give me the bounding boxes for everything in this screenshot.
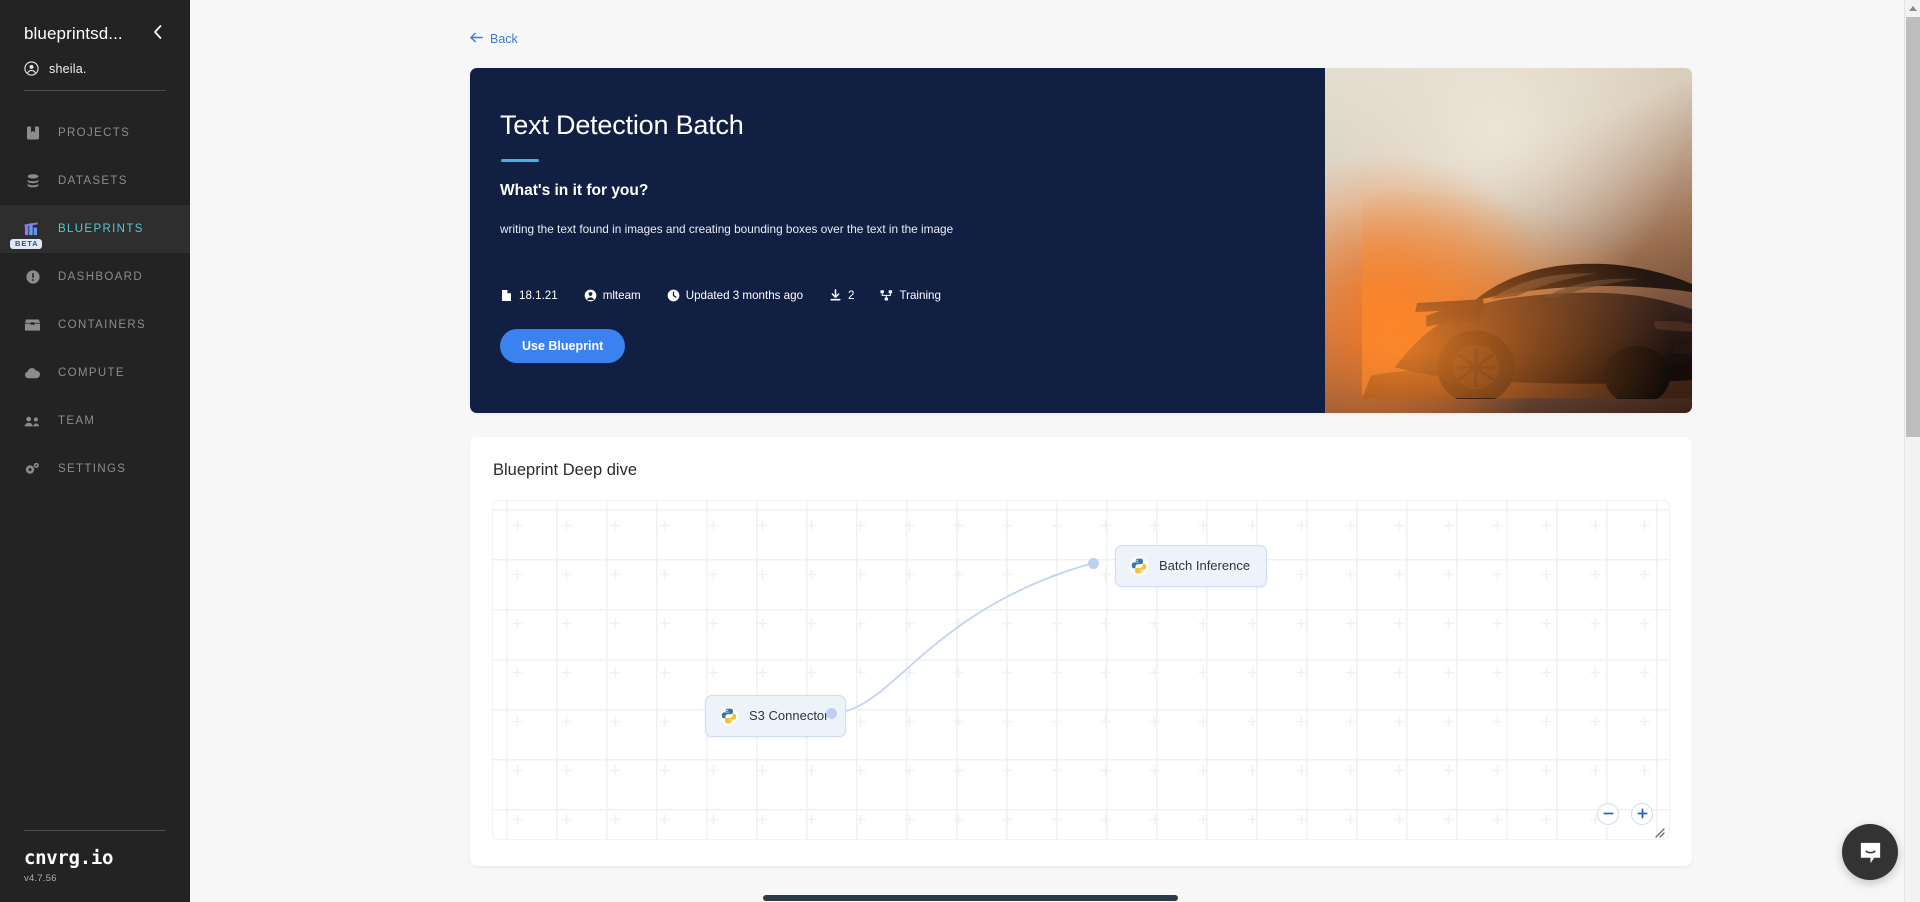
hero-image bbox=[1325, 67, 1692, 413]
file-icon bbox=[500, 289, 513, 302]
page-title: Text Detection Batch bbox=[500, 109, 744, 140]
flow-node-label: S3 Connector bbox=[749, 708, 829, 723]
sidebar-item-label: BLUEPRINTS bbox=[58, 223, 144, 235]
app-root: blueprintsd... sheila. PROJECTS DATASETS… bbox=[0, 0, 1920, 902]
triangle-up-icon bbox=[1908, 5, 1917, 11]
meta-label: 2 bbox=[848, 289, 855, 303]
main-content: Back Text Detection Batch What's in it f… bbox=[190, 0, 1920, 902]
back-link-label: Back bbox=[490, 31, 518, 46]
gears-icon bbox=[24, 461, 41, 478]
deep-dive-title: Blueprint Deep dive bbox=[493, 460, 638, 479]
sidebar: blueprintsd... sheila. PROJECTS DATASETS… bbox=[0, 0, 190, 902]
chevron-left-icon[interactable] bbox=[149, 22, 166, 45]
flow-port-input[interactable] bbox=[1088, 557, 1099, 569]
hero-description: writing the text found in images and cre… bbox=[500, 221, 954, 236]
meta-label: Updated 3 months ago bbox=[685, 289, 804, 303]
sidebar-item-label: TEAM bbox=[58, 415, 96, 427]
meta-version: 18.1.21 bbox=[500, 289, 558, 302]
app-version: v4.7.56 bbox=[24, 873, 57, 884]
meta-label: Training bbox=[899, 289, 941, 303]
canvas-grid bbox=[493, 500, 1669, 839]
sidebar-item-datasets[interactable]: DATASETS bbox=[0, 157, 190, 205]
sidebar-item-compute[interactable]: COMPUTE bbox=[0, 349, 190, 397]
sidebar-item-label: PROJECTS bbox=[58, 127, 131, 139]
sidebar-item-label: DATASETS bbox=[58, 175, 128, 187]
meta-task: Training bbox=[880, 289, 941, 303]
blueprints-icon bbox=[24, 221, 41, 238]
horizontal-scrollbar-thumb[interactable] bbox=[763, 895, 1178, 901]
app-logo: cnvrg.io bbox=[24, 847, 114, 869]
sidebar-header: blueprintsd... sheila. bbox=[0, 0, 190, 91]
sidebar-item-projects[interactable]: PROJECTS bbox=[0, 109, 190, 157]
meta-updated: Updated 3 months ago bbox=[667, 289, 803, 302]
sidebar-item-label: DASHBOARD bbox=[58, 271, 143, 283]
sidebar-item-dashboard[interactable]: DASHBOARD bbox=[0, 253, 190, 301]
sidebar-item-blueprints[interactable]: BLUEPRINTS BETA bbox=[0, 205, 190, 253]
flow-node-batch-inference[interactable]: Batch Inference bbox=[1115, 544, 1268, 587]
car-illustration bbox=[1361, 187, 1692, 399]
horizontal-scrollbar[interactable] bbox=[0, 894, 1904, 902]
containers-icon bbox=[24, 317, 41, 334]
hero-subtitle: What's in it for you? bbox=[500, 181, 649, 199]
status-badge: BETA bbox=[10, 238, 43, 249]
blueprint-hero: Text Detection Batch What's in it for yo… bbox=[470, 67, 1692, 413]
canvas-zoom-controls bbox=[1597, 802, 1653, 825]
sidebar-user-name: sheila. bbox=[49, 61, 87, 76]
hero-meta-row: 18.1.21 mlteam Updated 3 months ago 2 Tr… bbox=[500, 289, 1325, 302]
python-icon bbox=[719, 705, 739, 726]
cloud-icon bbox=[24, 365, 41, 382]
use-blueprint-button[interactable]: Use Blueprint bbox=[500, 329, 626, 364]
meta-downloads: 2 bbox=[829, 289, 854, 302]
sidebar-org-row: blueprintsd... bbox=[24, 22, 166, 45]
vertical-scrollbar-thumb[interactable] bbox=[1906, 17, 1920, 437]
page-content: Back Text Detection Batch What's in it f… bbox=[190, 0, 1920, 866]
flow-icon bbox=[880, 289, 893, 302]
database-icon bbox=[24, 173, 41, 190]
projects-icon bbox=[24, 125, 41, 142]
arrow-left-icon bbox=[470, 32, 483, 45]
sidebar-org-name: blueprintsd... bbox=[24, 23, 123, 43]
python-icon bbox=[1129, 555, 1149, 576]
canvas-resize-handle[interactable] bbox=[1653, 825, 1665, 838]
sidebar-footer: cnvrg.io v4.7.56 bbox=[0, 830, 190, 902]
dashboard-icon bbox=[24, 269, 41, 286]
meta-label: 18.1.21 bbox=[519, 289, 558, 303]
flow-canvas[interactable]: S3 Connector Batch Inference bbox=[492, 499, 1670, 840]
plus-icon bbox=[1636, 808, 1648, 819]
title-underline bbox=[501, 158, 539, 162]
sidebar-item-settings[interactable]: SETTINGS bbox=[0, 445, 190, 493]
team-icon bbox=[24, 413, 41, 430]
sidebar-nav: PROJECTS DATASETS BLUEPRINTS BETA DASHBO… bbox=[0, 109, 190, 493]
sidebar-item-label: CONTAINERS bbox=[58, 319, 147, 331]
download-icon bbox=[829, 289, 842, 302]
hero-text-panel: Text Detection Batch What's in it for yo… bbox=[470, 67, 1325, 413]
sidebar-user-row[interactable]: sheila. bbox=[24, 61, 166, 76]
minus-icon bbox=[1602, 812, 1614, 815]
sidebar-item-label: SETTINGS bbox=[58, 463, 127, 475]
user-icon bbox=[584, 289, 597, 302]
sidebar-item-team[interactable]: TEAM bbox=[0, 397, 190, 445]
sidebar-footer-divider bbox=[24, 830, 166, 831]
blueprint-deep-dive-panel: Blueprint Deep dive S3 Connector Batch I… bbox=[470, 436, 1692, 866]
flow-port-output[interactable] bbox=[826, 707, 837, 719]
meta-author: mlteam bbox=[584, 289, 641, 302]
sidebar-item-containers[interactable]: CONTAINERS bbox=[0, 301, 190, 349]
vertical-scrollbar[interactable] bbox=[1904, 0, 1920, 902]
zoom-in-button[interactable] bbox=[1631, 802, 1653, 825]
chat-widget-button[interactable] bbox=[1842, 824, 1898, 880]
sidebar-item-label: COMPUTE bbox=[58, 367, 125, 379]
flow-node-s3-connector[interactable]: S3 Connector bbox=[705, 694, 846, 737]
chat-bubble-icon bbox=[1860, 842, 1880, 863]
flow-node-label: Batch Inference bbox=[1159, 558, 1251, 573]
user-circle-icon bbox=[24, 61, 39, 76]
meta-label: mlteam bbox=[602, 289, 641, 303]
zoom-out-button[interactable] bbox=[1597, 802, 1619, 825]
back-link[interactable]: Back bbox=[470, 32, 518, 46]
sidebar-divider bbox=[24, 90, 166, 91]
clock-icon bbox=[667, 289, 680, 302]
scroll-up-button[interactable] bbox=[1905, 0, 1920, 16]
